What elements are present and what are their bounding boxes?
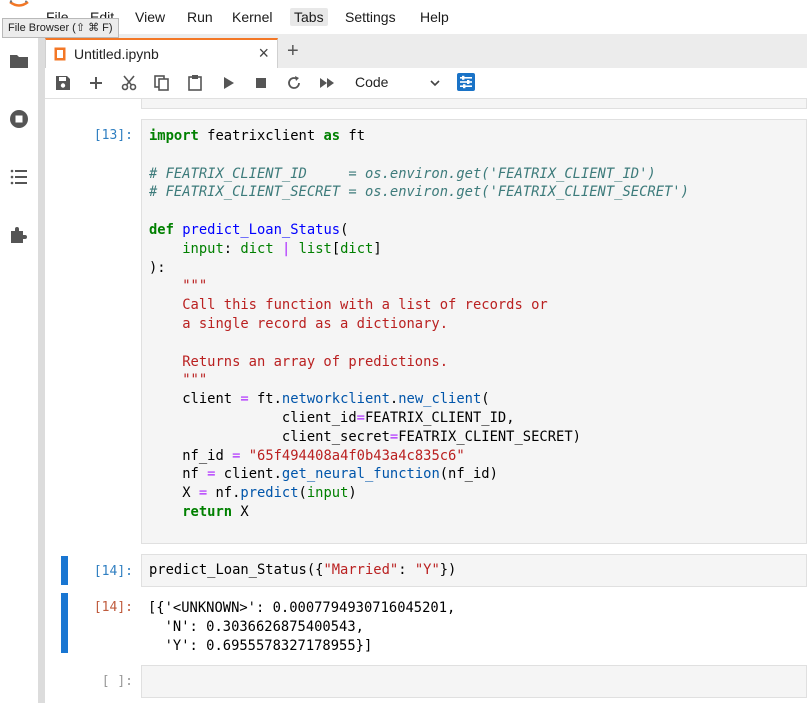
code-editor[interactable]: import featrixclient as ft # FEATRIX_CLI… [149,127,689,522]
stop-icon[interactable] [251,73,271,93]
notebook-icon [54,47,66,61]
input-prompt: [14]: [93,564,133,579]
fast-forward-icon[interactable] [317,73,337,93]
menu-bar: File Edit View Run Kernel Tabs Settings … [0,0,807,34]
menu-view[interactable]: View [131,8,169,26]
cell-output: [{'<UNKNOWN>': 0.0007794930716045201, 'N… [148,600,456,654]
add-icon[interactable] [86,73,106,93]
menu-settings[interactable]: Settings [341,8,400,26]
menu-help[interactable]: Help [416,8,453,26]
menu-tabs[interactable]: Tabs [290,8,328,26]
code-editor[interactable]: predict_Loan_Status({"Married": "Y"}) [149,561,456,580]
output-prompt: [14]: [93,600,133,615]
tab-untitled-ipynb[interactable]: Untitled.ipynb × [45,38,278,68]
property-inspector-button[interactable] [457,73,475,91]
jupyter-logo-icon [9,0,29,7]
notebook-panel: [13]: import featrixclient as ft # FEATR… [45,99,807,703]
toc-icon[interactable] [8,166,30,188]
input-prompt: [ ]: [101,674,133,689]
property-inspector-icon [460,75,472,89]
run-icon[interactable] [218,73,238,93]
tab-title: Untitled.ipynb [74,46,159,62]
code-cell-input[interactable]: import featrixclient as ft # FEATRIX_CLI… [141,119,807,544]
file-browser-tooltip: File Browser (⇧ ⌘ F) [2,18,119,38]
input-prompt: [13]: [93,128,133,143]
menu-run[interactable]: Run [183,8,217,26]
close-icon[interactable]: × [258,43,269,63]
notebook-toolbar: Code [45,68,807,99]
cut-icon[interactable] [119,73,139,93]
previous-cell-input[interactable] [141,99,807,109]
extension-icon[interactable] [8,224,30,246]
cell-type-value: Code [355,74,389,90]
running-icon[interactable] [8,108,30,130]
save-icon[interactable] [53,73,73,93]
paste-icon[interactable] [185,73,205,93]
empty-code-cell-input[interactable] [141,665,807,698]
folder-icon[interactable] [8,50,30,72]
left-sidebar [0,34,38,703]
new-tab-button[interactable]: + [287,40,299,62]
sidebar-divider [38,34,45,703]
restart-icon[interactable] [284,73,304,93]
copy-icon[interactable] [152,73,172,93]
chevron-down-icon [430,80,440,87]
tab-bar: Untitled.ipynb × + [45,34,807,69]
code-cell-input[interactable]: predict_Loan_Status({"Married": "Y"}) [141,554,807,587]
menu-kernel[interactable]: Kernel [228,8,276,26]
cell-type-select[interactable]: Code [349,72,447,94]
